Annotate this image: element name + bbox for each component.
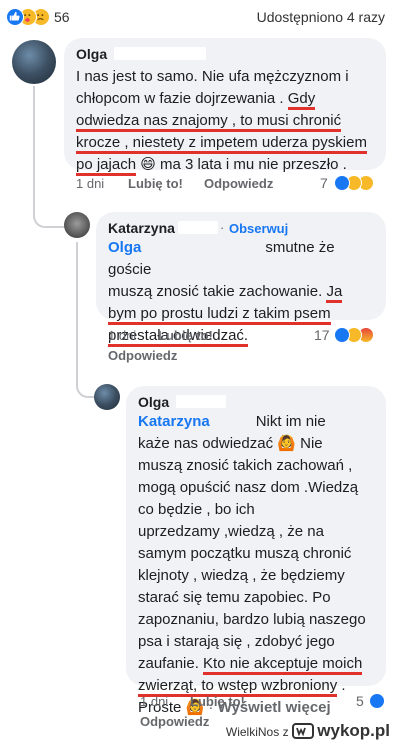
redacted-surname (178, 221, 218, 234)
like-reaction-icon[interactable] (369, 693, 385, 709)
reaction-count[interactable]: 56 (54, 9, 70, 25)
thread-line (33, 86, 35, 208)
comment-text: Katarzyna Nikt im nie każe nas odwiedzać … (138, 413, 366, 716)
watermark-site: wykop.pl (317, 720, 390, 740)
gesture-emoji: 🙆 (277, 435, 296, 452)
thread-line (76, 242, 78, 342)
reply-button[interactable]: Odpowiedz (204, 176, 273, 191)
comment-reaction-count[interactable]: 5 (356, 693, 364, 709)
reply-button[interactable]: Odpowiedz (108, 348, 177, 363)
comment-bubble: Katarzyna · Obserwuj Olga smutne że gości… (96, 212, 386, 347)
comment-author[interactable]: Olga (76, 46, 107, 62)
comment-time[interactable]: 1 dni (108, 328, 136, 343)
watermark-author: WielkiNos (225, 724, 280, 739)
comment-bubble: Olga I nas jest to samo. Nie ufa mężczyz… (64, 38, 386, 176)
comment-bubble: Olga Katarzyna Nikt im nie każe nas odwie… (126, 386, 386, 716)
mention-link[interactable]: Olga (108, 239, 141, 256)
redacted-surname (114, 47, 206, 60)
like-button[interactable]: Lubię to! (190, 694, 245, 709)
like-reaction-icon[interactable] (334, 327, 350, 343)
avatar[interactable] (12, 40, 56, 84)
separator-dot: · (220, 220, 225, 235)
like-button[interactable]: Lubię to! (158, 328, 213, 343)
redacted-surname (176, 395, 226, 408)
like-reaction-icon[interactable] (6, 8, 24, 26)
comment-author[interactable]: Olga (138, 394, 169, 410)
comment-time[interactable]: 1 dni (76, 176, 104, 191)
wykop-logo-icon (291, 723, 314, 742)
avatar[interactable] (94, 384, 120, 410)
comment-time[interactable]: 1 dni (140, 694, 168, 709)
thread-connector (76, 342, 96, 398)
avatar[interactable] (64, 212, 90, 238)
shares-count[interactable]: Udostępniono 4 razy (257, 9, 385, 25)
reply-button[interactable]: Odpowiedz (140, 714, 209, 729)
comment-author[interactable]: Katarzyna (108, 220, 175, 236)
post-reactions-bar: 56 Udostępniono 4 razy (0, 0, 400, 34)
comment-text: I nas jest to samo. Nie ufa mężczyznom i… (76, 66, 382, 176)
follow-button[interactable]: Obserwuj (229, 221, 288, 236)
comment-reaction-count[interactable]: 7 (320, 175, 328, 191)
watermark: WielkiNos z wykop.pl (226, 721, 390, 742)
like-reaction-icon[interactable] (334, 175, 350, 191)
laughing-emoji: 😄 (140, 156, 156, 173)
like-button[interactable]: Lubię to! (128, 176, 183, 191)
mention-link[interactable]: Katarzyna (138, 413, 210, 430)
comment-reaction-count[interactable]: 17 (314, 327, 330, 343)
